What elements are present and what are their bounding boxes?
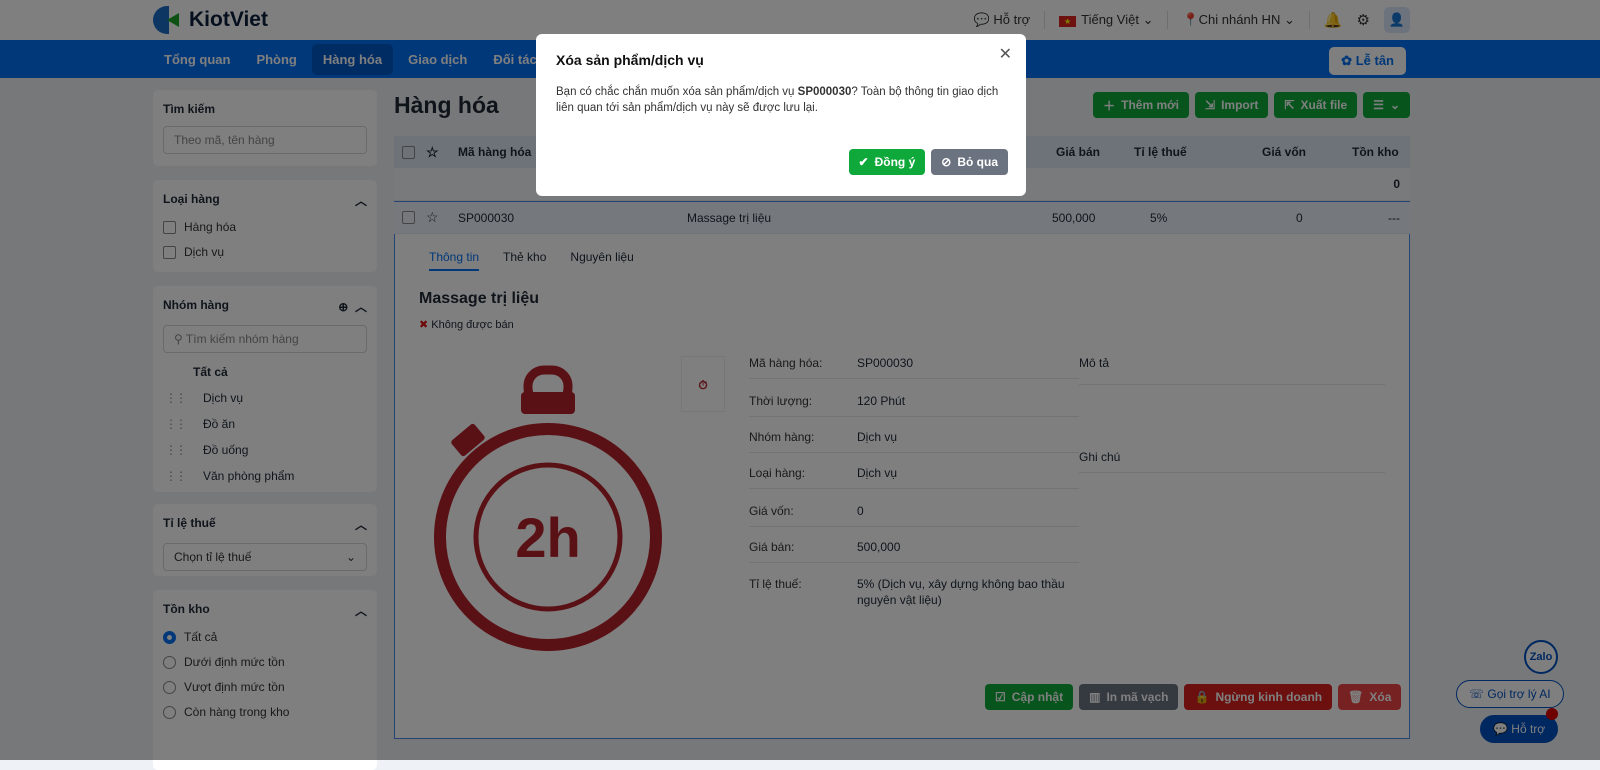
confirm-button[interactable]: ✔ Đồng ý [848,149,926,175]
close-icon[interactable]: ✕ [999,44,1012,64]
ban-icon: ⊘ [941,155,952,169]
dialog-message: Bạn có chắc chắn muốn xóa sản phẩm/dịch … [556,84,1006,116]
message-text: Bạn có chắc chắn muốn xóa sản phẩm/dịch … [556,86,798,98]
message-code: SP000030 [797,86,852,98]
confirm-label: Đồng ý [874,155,916,169]
dialog-title: Xóa sản phẩm/dịch vụ [556,52,704,68]
check-icon: ✔ [858,155,869,169]
cancel-button[interactable]: ⊘ Bỏ qua [931,149,1008,175]
cancel-label: Bỏ qua [957,155,998,169]
delete-confirm-dialog: ✕ Xóa sản phẩm/dịch vụ Bạn có chắc chắn … [536,34,1026,196]
